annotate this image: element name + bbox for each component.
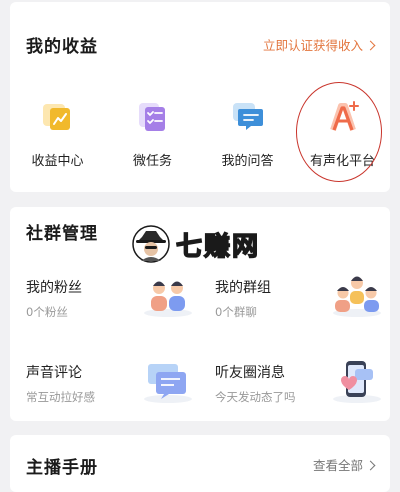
earnings-grid: 收益中心 微任务 我的问答 有声化平台 — [10, 100, 390, 169]
earnings-title: 我的收益 — [26, 37, 98, 57]
community-card: 社群管理 我的粉丝 0个粉丝 我的群组 0个群聊 声音评论 常互动拉好感 听友圈… — [10, 207, 390, 421]
anchor-manual-card: 主播手册 查看全部 — [10, 435, 390, 492]
comment-illustration-icon — [142, 358, 194, 404]
cell-subtitle: 0个粉丝 — [26, 305, 68, 319]
grid-item-income-center[interactable]: 收益中心 — [10, 100, 105, 169]
community-title: 社群管理 — [26, 224, 98, 244]
audio-platform-icon — [326, 100, 360, 134]
cell-my-fans[interactable]: 我的粉丝 0个粉丝 — [26, 277, 201, 327]
grid-label: 我的问答 — [221, 154, 274, 169]
cell-subtitle: 0个群聊 — [215, 305, 257, 319]
grid-label: 微任务 — [132, 154, 172, 169]
grid-item-micro-task[interactable]: 微任务 — [105, 100, 200, 169]
grid-item-my-qa[interactable]: 我的问答 — [200, 100, 295, 169]
cell-subtitle: 今天发动态了吗 — [215, 390, 296, 404]
earnings-card: 我的收益 立即认证获得收入 收益中心 微任务 我的问答 有声化平台 — [10, 2, 390, 192]
grid-item-audio-platform[interactable]: 有声化平台 — [295, 100, 390, 169]
qa-chat-icon — [231, 100, 265, 134]
verify-income-label: 立即认证获得收入 — [262, 38, 363, 53]
cell-title: 我的群组 — [215, 280, 271, 296]
income-chart-icon — [41, 100, 75, 134]
cell-voice-comments[interactable]: 声音评论 常互动拉好感 — [26, 362, 201, 412]
cell-subtitle: 常互动拉好感 — [26, 390, 95, 404]
moments-illustration-icon — [331, 358, 383, 404]
view-all-label: 查看全部 — [312, 458, 363, 473]
view-all-link[interactable]: 查看全部 — [312, 455, 376, 474]
cell-my-groups[interactable]: 我的群组 0个群聊 — [215, 276, 390, 327]
cell-title: 声音评论 — [26, 365, 82, 381]
cell-title: 听友圈消息 — [215, 365, 285, 381]
group-illustration-icon — [331, 273, 383, 319]
cell-title: 我的粉丝 — [26, 280, 82, 296]
chevron-right-icon — [365, 40, 376, 50]
anchor-manual-title: 主播手册 — [26, 458, 98, 478]
task-list-icon — [136, 100, 170, 134]
verify-income-link[interactable]: 立即认证获得收入 — [262, 35, 376, 54]
chevron-right-icon — [365, 460, 376, 470]
grid-label: 收益中心 — [31, 154, 84, 169]
cell-moments-messages[interactable]: 听友圈消息 今天发动态了吗 — [215, 361, 390, 412]
fans-illustration-icon — [142, 273, 194, 319]
grid-label: 有声化平台 — [309, 154, 375, 169]
